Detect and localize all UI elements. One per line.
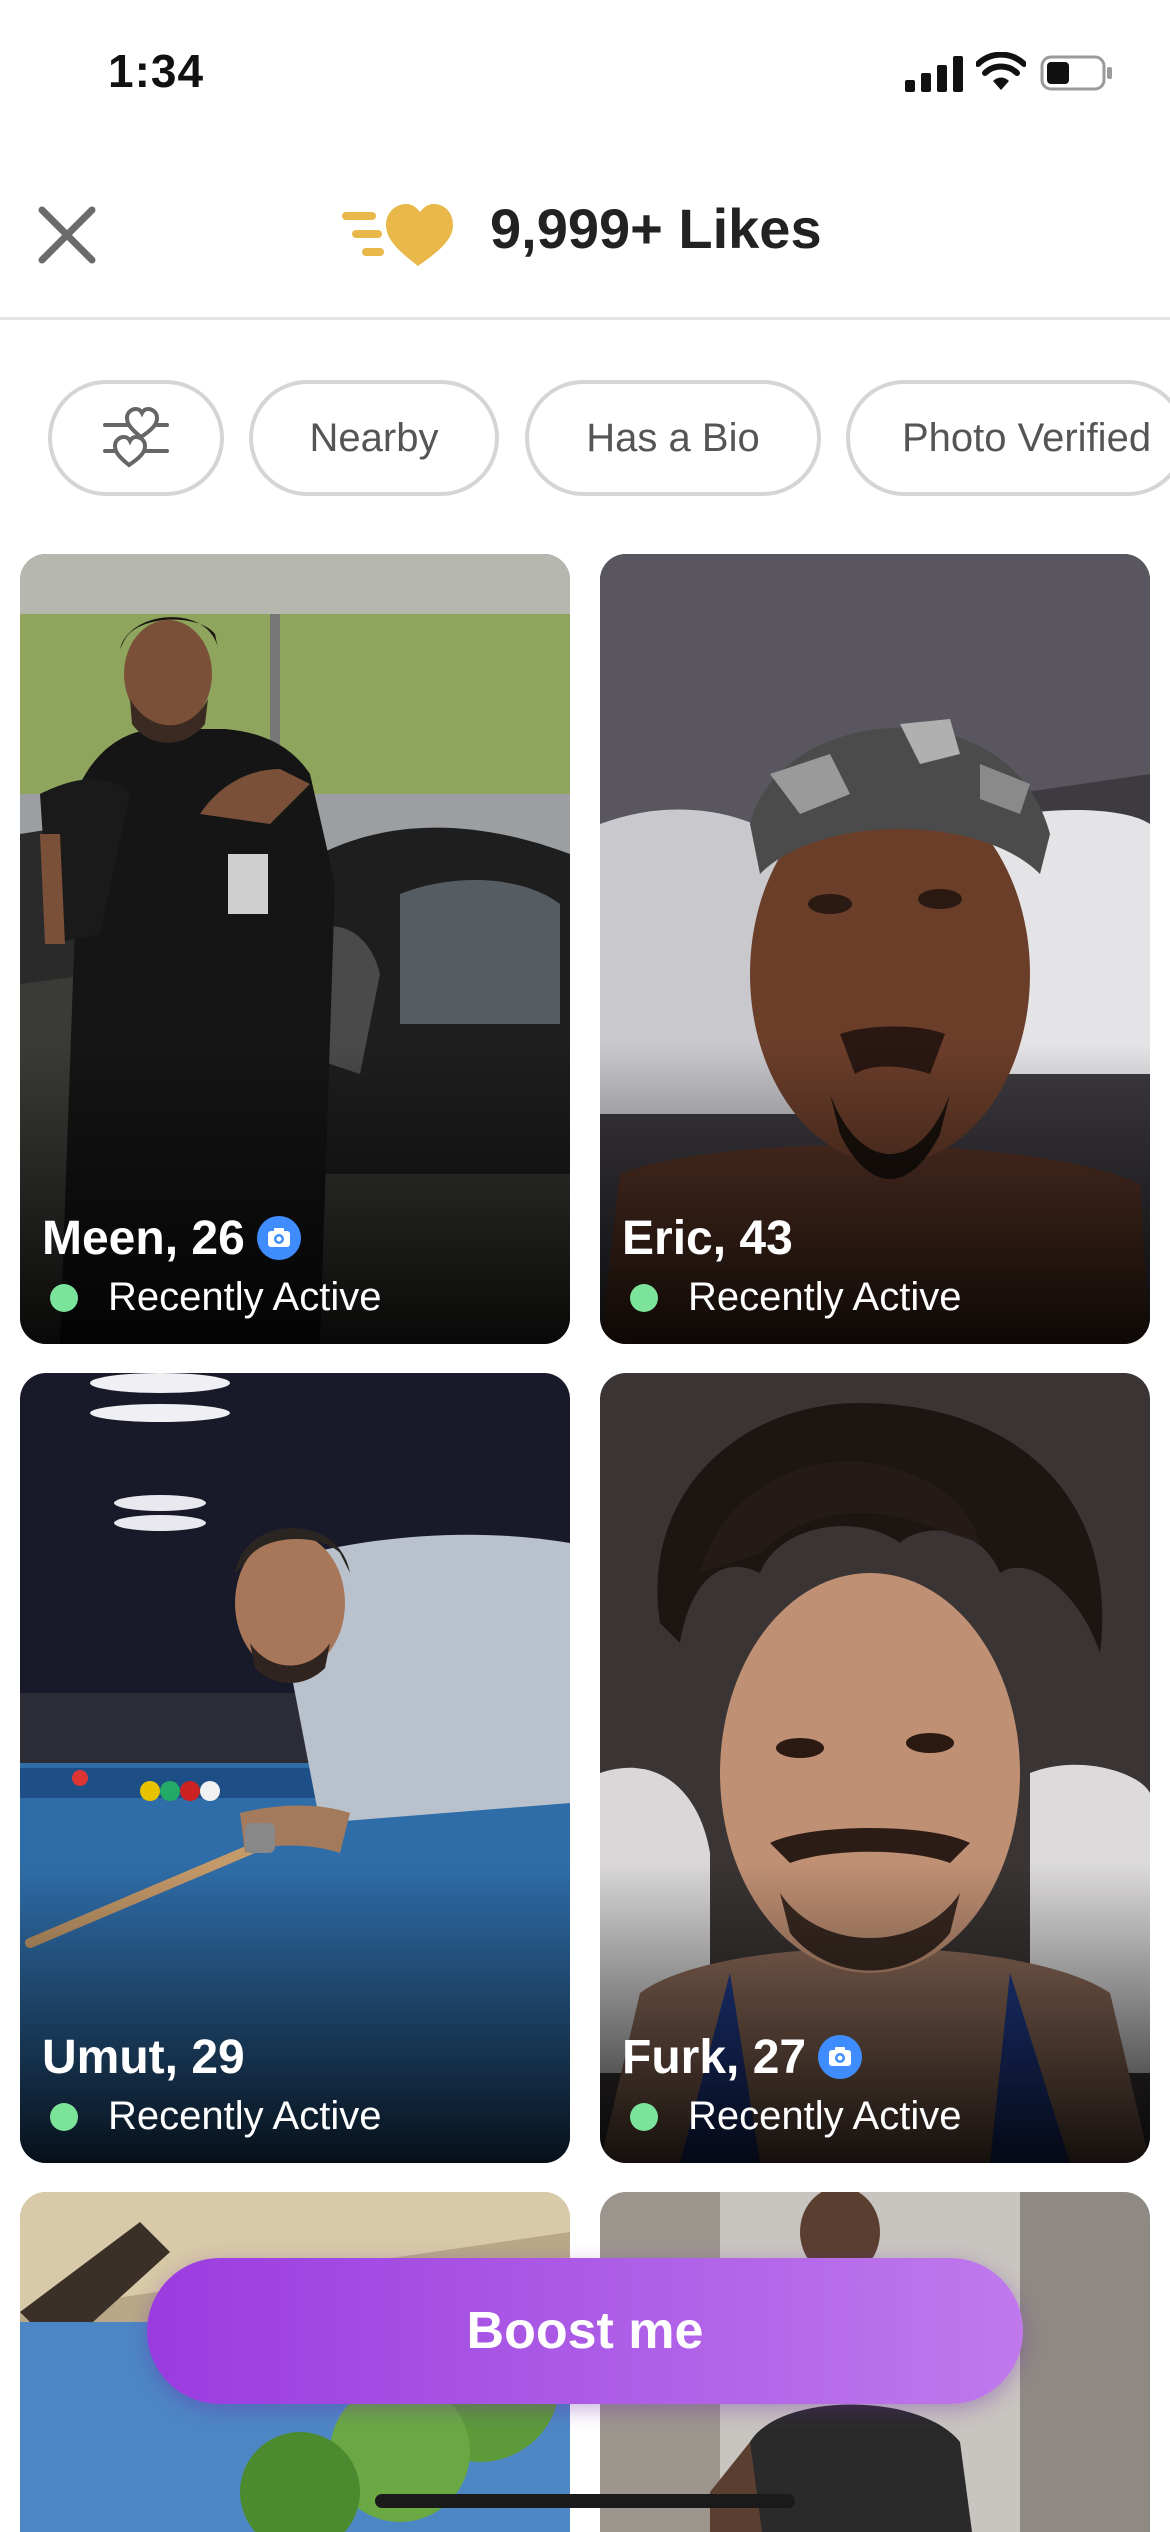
profile-name-age: Eric, 43 [622,1212,793,1265]
activity-label: Recently Active [688,1275,962,1319]
active-dot-icon [50,2102,78,2131]
activity-status: Recently Active [630,2094,961,2139]
filter-chip-has-bio[interactable]: Has a Bio [525,380,821,496]
boost-label: Boost me [466,2302,704,2360]
close-icon[interactable] [30,198,104,272]
active-dot-icon [50,1283,78,1312]
page-title: 9,999+ Likes [490,197,822,260]
wifi-icon [976,52,1026,90]
home-indicator [375,2494,795,2508]
profile-name-age: Meen, 26 [42,1212,245,1265]
profile-name-age: Furk, 27 [622,2031,807,2084]
activity-status: Recently Active [50,2094,381,2139]
active-dot-icon [630,1283,658,1312]
activity-label: Recently Active [108,1275,382,1319]
profile-card[interactable]: Furk, 27 Recently Active [600,1373,1150,2163]
status-time: 1:34 [108,45,205,97]
photo-verified-icon [818,2035,863,2079]
active-dot-icon [630,2102,658,2131]
profile-card[interactable]: Eric, 43 Recently Active [600,554,1150,1344]
filter-settings-button[interactable] [48,380,224,496]
likes-header: 9,999+ Likes [0,150,1170,320]
battery-icon [1040,55,1112,91]
activity-status: Recently Active [50,1275,381,1320]
status-bar: 1:34 [0,0,1170,150]
profile-card[interactable]: Meen, 26 Recently Active [20,554,570,1344]
cellular-signal-icon [905,56,963,92]
profile-card[interactable]: Umut, 29 Recently Active [20,1373,570,2163]
activity-label: Recently Active [108,2094,382,2138]
boost-me-button[interactable]: Boost me [147,2258,1023,2404]
filter-chip-nearby[interactable]: Nearby [249,380,499,496]
filter-hearts-icon [103,406,169,468]
likes-heart-icon [342,204,453,266]
profile-name-age: Umut, 29 [42,2031,245,2084]
filter-bar: Nearby Has a Bio Photo Verified [0,380,1170,496]
photo-verified-icon [256,1216,301,1260]
activity-label: Recently Active [688,2094,962,2138]
filter-chip-photo-verified[interactable]: Photo Verified [846,380,1170,496]
activity-status: Recently Active [630,1275,961,1320]
